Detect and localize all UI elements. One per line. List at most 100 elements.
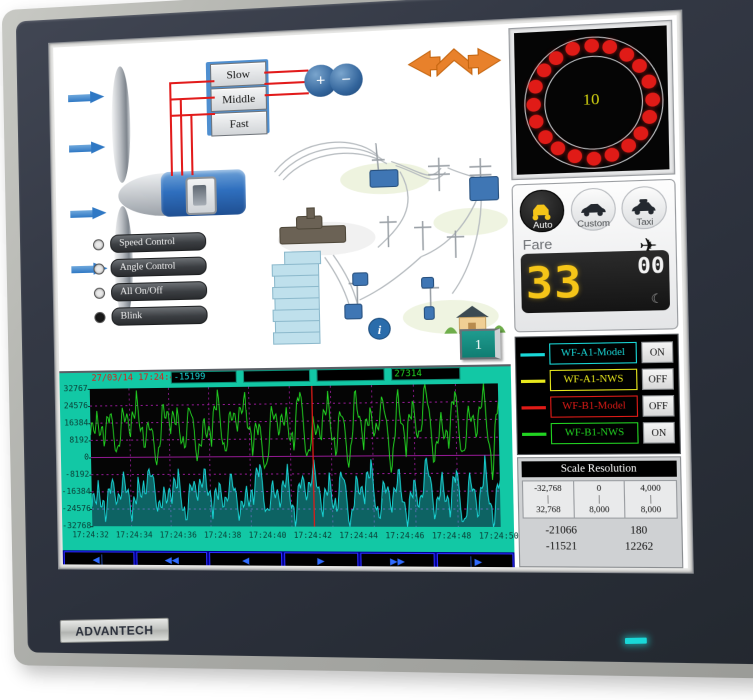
monitor-chassis: Slow Middle Fast + − Speed Control Angle…: [1, 0, 753, 679]
scale-value: -11521: [545, 540, 578, 553]
chart-gridline: [91, 455, 499, 457]
page-number-box[interactable]: 1: [459, 328, 501, 360]
chart-x-tick-label: 17:24:50: [478, 531, 519, 541]
brand-logo: ADVANTECH: [59, 617, 170, 643]
chart-gridline: [90, 419, 498, 423]
legend-series-name: WF-B1-NWS: [550, 422, 639, 445]
scale-cell-bottom: 8,000: [589, 504, 610, 515]
scale-cells: -32,768 | 32,768 0 | 8,000 4,000 | 8,000: [521, 479, 678, 519]
scale-cell-sep: |: [547, 494, 550, 504]
radio-speed-control[interactable]: Speed Control: [92, 231, 207, 254]
led-dot: [537, 129, 553, 144]
chart-y-tick-label: 16384: [64, 418, 89, 428]
chart-x-tick-label: 17:24:40: [248, 530, 287, 540]
chart-x-tick-label: 17:24:38: [203, 530, 242, 540]
chart-gridline: [90, 401, 498, 406]
trend-value-2: [242, 369, 311, 383]
radio-label: Blink: [111, 305, 208, 326]
moon-icon: ☾: [650, 290, 664, 307]
wind-arrow-icon: [68, 90, 106, 105]
chart-x-tick-label: 17:24:46: [385, 530, 425, 541]
taxi-mode-label: Taxi: [636, 216, 654, 228]
nacelle-window: [185, 176, 218, 216]
rewind-button[interactable]: ◀◀: [136, 551, 208, 569]
trend-value-4: 27314: [390, 367, 461, 381]
right-arrow-icon: [468, 48, 500, 75]
led-ring-panel: 10: [508, 19, 676, 181]
chart-y-tick-label: 8192: [69, 435, 89, 445]
legend-color-swatch: [520, 379, 546, 383]
chart-svg: [90, 383, 501, 527]
trend-value-3: [316, 368, 385, 382]
chart-y-tick-label: -24576: [61, 503, 92, 514]
radio-label: Speed Control: [109, 231, 207, 254]
chart-series-area: [91, 455, 507, 527]
speed-button-slow[interactable]: Slow: [209, 61, 267, 88]
skip-start-button[interactable]: ◀│: [63, 551, 135, 569]
led-dot: [618, 47, 634, 62]
radio-dot-icon: [93, 262, 105, 275]
chart-y-tick-label: -8192: [65, 469, 90, 479]
chart-y-tick: [90, 526, 94, 528]
legend-color-swatch: [522, 432, 547, 436]
hmi-screen: Slow Middle Fast + − Speed Control Angle…: [53, 15, 688, 569]
radio-angle-control[interactable]: Angle Control: [93, 256, 207, 278]
navigation-arrows: [404, 45, 505, 90]
radio-all-on-off[interactable]: All On/Off: [93, 280, 208, 302]
chart-x-tick-label: 17:24:44: [339, 530, 379, 541]
led-dots-group: [514, 25, 667, 166]
step-back-button[interactable]: ◀: [209, 551, 283, 569]
taxi-mode-auto[interactable]: Auto: [519, 189, 565, 233]
radio-dot-icon: [92, 238, 105, 251]
scale-cell: 4,000 | 8,000: [625, 481, 677, 518]
led-dot: [604, 147, 620, 162]
legend-toggle-button[interactable]: OFF: [641, 368, 674, 391]
trend-chart-panel: 27/03/14 17:24:40 -15199 27314 32767 2457…: [59, 364, 519, 569]
led-dot: [583, 37, 599, 53]
legend-toggle-button[interactable]: OFF: [642, 394, 675, 417]
wire: [264, 80, 309, 85]
speed-button-middle[interactable]: Middle: [210, 85, 268, 113]
chart-y-tick-label: 32767: [63, 383, 88, 394]
scale-cell-top: 4,000: [640, 483, 661, 493]
chart-x-tick-label: 17:24:48: [431, 531, 472, 541]
scale-values: -21066 180 -11521 12262: [523, 523, 679, 556]
radio-blink[interactable]: Blink: [94, 305, 208, 326]
taxi-mode-taxi[interactable]: Taxi: [621, 185, 668, 230]
turbine-nacelle: [160, 169, 247, 217]
playback-controls: ◀│ ◀◀ ◀ ▶ ▶▶ │▶: [62, 550, 515, 569]
turbine-blade: [110, 65, 132, 184]
screen-frame: Slow Middle Fast + − Speed Control Angle…: [48, 9, 694, 574]
chart-y-tick-label: 0: [84, 452, 90, 462]
legend-row: WF-B1-NWS ON: [522, 421, 676, 446]
scale-resolution-panel: Scale Resolution -32,768 | 32,768 0 | 8,000 4,…: [516, 456, 684, 569]
scale-value: 12262: [624, 541, 654, 554]
fare-display: 33 00 ☾: [520, 249, 671, 314]
series-legend-panel: WF-A1-Model ON WF-A1-NWS OFF WF-B1-Model OFF W…: [514, 333, 682, 456]
play-button[interactable]: ▶: [284, 552, 359, 569]
wire: [190, 113, 194, 176]
legend-series-name: WF-A1-Model: [549, 341, 638, 365]
up-arrow-icon: [437, 48, 472, 76]
taxi-mode-custom[interactable]: Custom: [569, 187, 617, 232]
wire: [169, 82, 173, 176]
legend-toggle-button[interactable]: ON: [642, 421, 676, 444]
fast-forward-button[interactable]: ▶▶: [359, 552, 436, 569]
scale-value: 180: [630, 525, 648, 537]
radio-dot-icon: [94, 311, 106, 323]
scale-cell: -32,768 | 32,768: [522, 481, 575, 518]
wire: [179, 98, 184, 176]
scale-cell-bottom: 8,000: [640, 504, 662, 515]
legend-color-swatch: [520, 352, 545, 357]
trend-datetime: 27/03/14 17:24:40: [91, 372, 181, 384]
taxi-mode-label: Custom: [577, 217, 611, 230]
led-ring-display: 10: [513, 25, 670, 175]
legend-toggle-button[interactable]: ON: [641, 341, 674, 364]
nav-arrow-group-icon[interactable]: [404, 45, 505, 90]
skip-end-button[interactable]: │▶: [437, 553, 514, 569]
scale-cell-sep: |: [649, 493, 652, 504]
led-dot: [585, 150, 601, 166]
taxi-fare-panel: Auto Custom Taxi Fare ✈ 33 00 ☾: [511, 178, 679, 333]
legend-row: WF-A1-Model ON: [520, 340, 674, 366]
wire: [264, 69, 309, 74]
